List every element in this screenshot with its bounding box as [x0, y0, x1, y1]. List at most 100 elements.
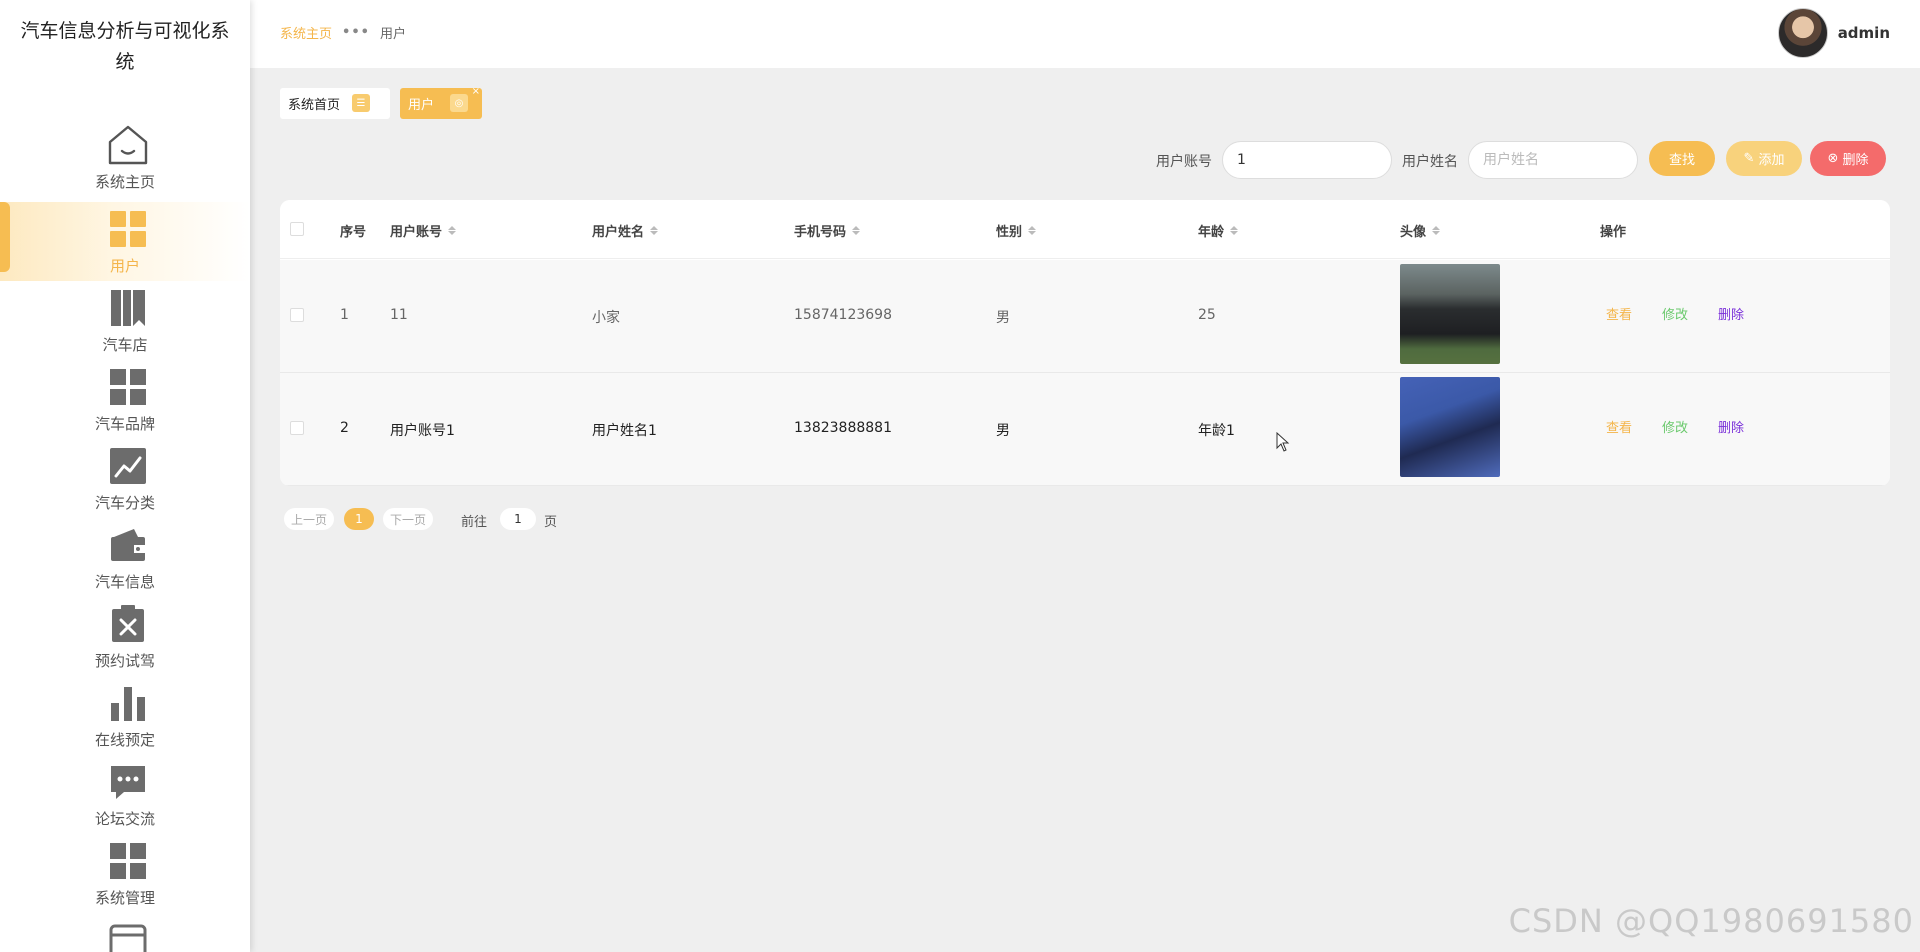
sidebar-item-car-brand[interactable]: 汽车品牌	[0, 360, 250, 439]
view-link[interactable]: 查看	[1606, 417, 1632, 436]
header-avatar[interactable]: 头像	[1400, 221, 1441, 240]
wallet-icon	[105, 522, 151, 568]
breadcrumb-home[interactable]: 系统主页	[280, 23, 332, 42]
tab-users[interactable]: 用户 ◎ ×	[400, 86, 482, 119]
row-checkbox[interactable]	[290, 308, 304, 322]
tab-home[interactable]: 系统首页 ☰	[280, 88, 390, 119]
sidebar-item-users[interactable]: 用户	[0, 202, 250, 281]
close-icon[interactable]: ×	[472, 86, 480, 97]
header-name-label: 用户姓名	[592, 225, 645, 240]
header-phone[interactable]: 手机号码	[794, 221, 861, 240]
user-name[interactable]: admin	[1838, 24, 1890, 42]
header-gender-label: 性别	[996, 225, 1023, 240]
sidebar-item-car-info[interactable]: 汽车信息	[0, 518, 250, 597]
header-gender[interactable]: 性别	[996, 221, 1037, 240]
clipboard-x-icon	[105, 601, 151, 647]
sidebar-item-label: 汽车店	[102, 336, 148, 354]
cell-gender: 男	[996, 423, 1010, 439]
sidebar-item-test-drive[interactable]: 预约试驾	[0, 597, 250, 676]
sidebar-item-label: 汽车分类	[94, 494, 155, 512]
sidebar-item-forum[interactable]: 论坛交流	[0, 755, 250, 834]
cell-phone: 13823888881	[794, 420, 892, 436]
header-age[interactable]: 年龄	[1198, 221, 1239, 240]
header-account[interactable]: 用户账号	[390, 221, 457, 240]
edit-link[interactable]: 修改	[1662, 417, 1688, 436]
chat-icon	[105, 759, 151, 805]
delete-button[interactable]: ⊗ 删除	[1810, 141, 1886, 176]
name-search-input[interactable]	[1468, 141, 1638, 179]
select-all-checkbox[interactable]	[290, 222, 304, 236]
cell-name: 用户姓名1	[592, 423, 657, 439]
header-name[interactable]: 用户姓名	[592, 221, 659, 240]
sidebar-item-label: 论坛交流	[94, 810, 155, 828]
cell-phone: 15874123698	[794, 307, 892, 323]
avatar[interactable]	[1777, 8, 1828, 58]
tab-label: 系统首页	[288, 98, 341, 113]
avatar-thumbnail[interactable]	[1400, 264, 1500, 364]
grid-icon	[105, 364, 151, 410]
account-search-label: 用户账号	[1156, 154, 1212, 170]
cell-gender: 男	[996, 310, 1010, 326]
mouse-cursor-icon	[1276, 432, 1290, 452]
sort-icon[interactable]	[1230, 226, 1239, 235]
cell-name: 小家	[592, 310, 620, 326]
next-page-button[interactable]: 下一页	[383, 508, 433, 530]
page-number-button[interactable]: 1	[344, 508, 374, 530]
header-index: 序号	[340, 221, 366, 240]
prev-page-button[interactable]: 上一页	[284, 508, 334, 530]
sort-icon[interactable]	[1028, 226, 1037, 235]
sort-icon[interactable]	[650, 226, 659, 235]
sidebar-item-label: 系统主页	[94, 173, 155, 191]
top-header: 系统主页 ••• 用户 admin	[250, 0, 1920, 68]
avatar-thumbnail[interactable]	[1400, 377, 1500, 477]
grid-icon	[105, 838, 151, 884]
header-actions: 操作	[1600, 221, 1626, 240]
cell-account: 用户账号1	[390, 423, 455, 439]
grid-icon	[105, 206, 151, 252]
delete-link[interactable]: 删除	[1718, 417, 1744, 436]
goto-label: 前往	[461, 515, 488, 530]
sidebar-item-online-booking[interactable]: 在线预定	[0, 676, 250, 755]
sort-icon[interactable]	[852, 226, 861, 235]
user-table: 序号 用户账号 用户姓名 手机号码 性别 年龄 头像 操作 1 11 小家 15…	[280, 200, 1890, 486]
delete-button-label: 删除	[1842, 153, 1869, 168]
delete-link[interactable]: 删除	[1718, 304, 1744, 323]
sort-icon[interactable]	[448, 226, 457, 235]
card-icon	[105, 917, 151, 952]
pencil-icon: ✎	[1743, 151, 1755, 166]
cell-account: 11	[390, 307, 408, 323]
bar-chart-icon	[105, 680, 151, 726]
watermark: CSDN @QQ1980691580	[1508, 902, 1914, 940]
table-row: 2 用户账号1 用户姓名1 13823888881 男 年龄1 查看 修改 删除	[280, 373, 1890, 486]
sidebar-item-car-category[interactable]: 汽车分类	[0, 439, 250, 518]
home-icon	[105, 122, 151, 168]
sort-icon[interactable]	[1432, 226, 1441, 235]
add-button[interactable]: ✎ 添加	[1726, 141, 1802, 176]
cell-age: 年龄1	[1198, 423, 1235, 439]
books-icon	[105, 285, 151, 331]
tab-page-icon: ☰	[352, 94, 370, 112]
cell-index: 1	[340, 307, 349, 323]
goto-page-input[interactable]	[500, 508, 536, 530]
name-search-label: 用户姓名	[1402, 154, 1458, 170]
view-link[interactable]: 查看	[1606, 304, 1632, 323]
sidebar-item-more[interactable]	[0, 913, 250, 952]
sidebar-item-system-admin[interactable]: 系统管理	[0, 834, 250, 913]
find-button-label: 查找	[1668, 153, 1695, 168]
row-checkbox[interactable]	[290, 421, 304, 435]
sidebar-item-car-shop[interactable]: 汽车店	[0, 281, 250, 360]
sidebar-item-label: 系统管理	[94, 889, 155, 907]
edit-link[interactable]: 修改	[1662, 304, 1688, 323]
sidebar-item-home[interactable]: 系统主页	[0, 118, 250, 197]
sidebar-item-label: 汽车信息	[94, 573, 155, 591]
header-age-label: 年龄	[1198, 225, 1225, 240]
account-search-input[interactable]	[1222, 141, 1392, 179]
table-header: 序号 用户账号 用户姓名 手机号码 性别 年龄 头像 操作	[280, 200, 1890, 259]
sidebar-item-label: 汽车品牌	[94, 415, 155, 433]
user-menu[interactable]: admin	[1777, 8, 1890, 58]
tab-page-icon: ◎	[450, 94, 468, 112]
sidebar-item-label: 预约试驾	[94, 652, 155, 670]
find-button[interactable]: 查找	[1649, 141, 1715, 176]
add-button-label: 添加	[1758, 153, 1785, 168]
sidebar: 汽车信息分析与可视化系统 系统主页 用户 汽车店 汽车品牌 汽车分类 汽车信息 …	[0, 0, 250, 952]
